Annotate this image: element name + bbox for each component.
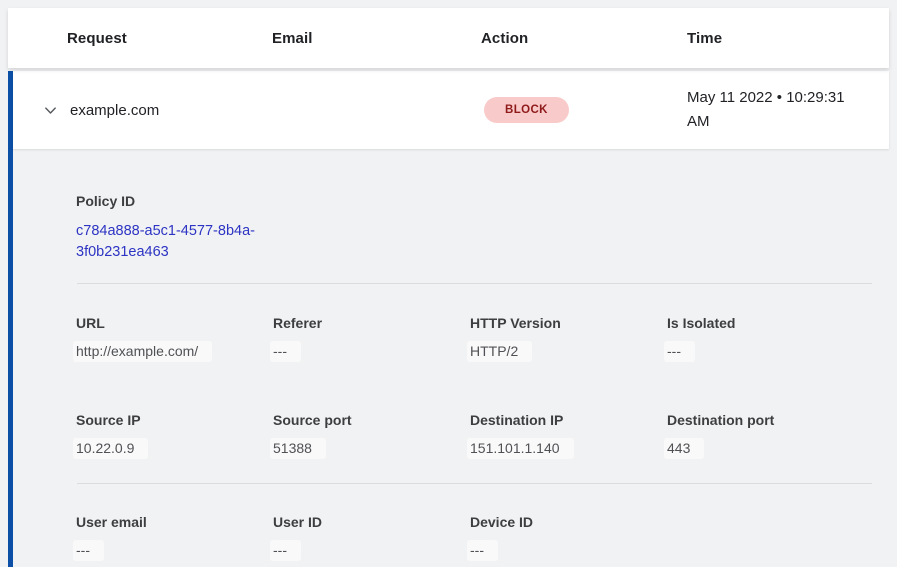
field-user-id: User ID --- bbox=[273, 514, 470, 561]
logs-table: Request Email Action Time example.com BL… bbox=[8, 8, 889, 567]
field-user-email-label: User email bbox=[76, 514, 273, 531]
gateway-logs-page: Request Email Action Time example.com BL… bbox=[0, 0, 897, 567]
http-fields-row: URL http://example.com/ Referer --- HTTP… bbox=[76, 315, 873, 362]
field-destination-port-label: Destination port bbox=[667, 412, 864, 429]
field-http-version-value: HTTP/2 bbox=[467, 341, 532, 362]
field-destination-port-value: 443 bbox=[664, 438, 704, 459]
time-cell: May 11 2022 • 10:29:31 AM bbox=[687, 86, 862, 134]
field-source-port-label: Source port bbox=[273, 412, 470, 429]
row-details-panel: Policy ID c784a888-a5c1-4577-8b4a-3f0b23… bbox=[13, 149, 889, 561]
expanded-log-row-container: example.com BLOCK May 11 2022 • 10:29:31… bbox=[8, 71, 889, 567]
field-device-id-value: --- bbox=[467, 540, 498, 561]
field-referer-value: --- bbox=[270, 341, 301, 362]
block-action-badge: BLOCK bbox=[484, 97, 569, 123]
table-header-row: Request Email Action Time bbox=[8, 8, 889, 68]
column-header-time: Time bbox=[687, 30, 889, 47]
field-is-isolated-label: Is Isolated bbox=[667, 315, 864, 332]
policy-section: Policy ID c784a888-a5c1-4577-8b4a-3f0b23… bbox=[13, 149, 889, 283]
action-cell: BLOCK bbox=[484, 97, 687, 123]
field-referer: Referer --- bbox=[273, 315, 470, 362]
field-device-id-label: Device ID bbox=[470, 514, 667, 531]
user-fields-row: User email --- User ID --- Device ID --- bbox=[76, 514, 873, 561]
field-http-version: HTTP Version HTTP/2 bbox=[470, 315, 667, 362]
field-device-id: Device ID --- bbox=[470, 514, 667, 561]
field-source-ip-value: 10.22.0.9 bbox=[73, 438, 148, 459]
column-header-action: Action bbox=[481, 30, 687, 47]
field-user-email: User email --- bbox=[76, 514, 273, 561]
field-destination-ip-value: 151.101.1.140 bbox=[467, 438, 574, 459]
column-header-request: Request bbox=[67, 30, 272, 47]
field-destination-ip-label: Destination IP bbox=[470, 412, 667, 429]
http-details-section: URL http://example.com/ Referer --- HTTP… bbox=[13, 284, 889, 483]
field-user-id-value: --- bbox=[270, 540, 301, 561]
collapse-row-button[interactable] bbox=[42, 102, 58, 118]
field-source-port-value: 51388 bbox=[270, 438, 326, 459]
request-cell: example.com bbox=[70, 102, 484, 119]
field-referer-label: Referer bbox=[273, 315, 470, 332]
field-source-ip-label: Source IP bbox=[76, 412, 273, 429]
policy-id-link[interactable]: c784a888-a5c1-4577-8b4a-3f0b231ea463 bbox=[76, 221, 276, 263]
field-http-version-label: HTTP Version bbox=[470, 315, 667, 332]
column-header-email: Email bbox=[272, 30, 481, 47]
field-is-isolated: Is Isolated --- bbox=[667, 315, 864, 362]
field-url-label: URL bbox=[76, 315, 273, 332]
field-destination-ip: Destination IP 151.101.1.140 bbox=[470, 412, 667, 459]
field-destination-port: Destination port 443 bbox=[667, 412, 864, 459]
field-is-isolated-value: --- bbox=[664, 341, 695, 362]
field-user-email-value: --- bbox=[73, 540, 104, 561]
field-source-port: Source port 51388 bbox=[273, 412, 470, 459]
log-table-row[interactable]: example.com BLOCK May 11 2022 • 10:29:31… bbox=[13, 71, 889, 149]
field-url-value: http://example.com/ bbox=[73, 341, 212, 362]
user-details-section: User email --- User ID --- Device ID --- bbox=[13, 484, 889, 561]
field-user-id-label: User ID bbox=[273, 514, 470, 531]
field-url: URL http://example.com/ bbox=[76, 315, 273, 362]
chevron-down-icon bbox=[43, 103, 58, 118]
policy-id-label: Policy ID bbox=[76, 193, 873, 210]
field-source-ip: Source IP 10.22.0.9 bbox=[76, 412, 273, 459]
network-fields-row: Source IP 10.22.0.9 Source port 51388 De… bbox=[76, 412, 873, 459]
